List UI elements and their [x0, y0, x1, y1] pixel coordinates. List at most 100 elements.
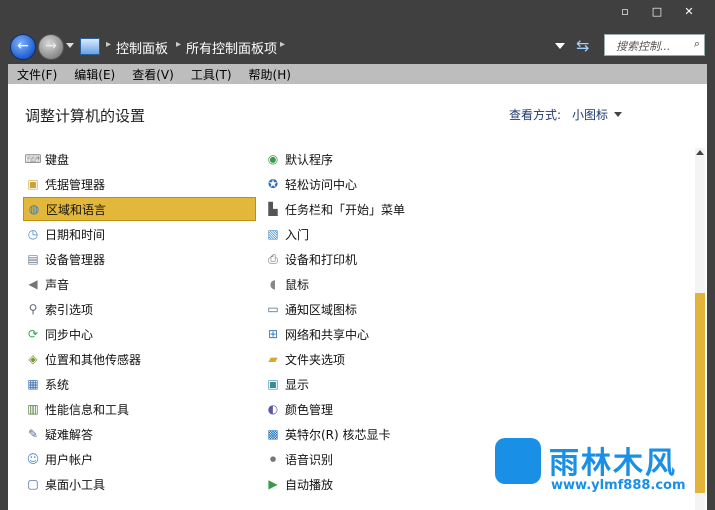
menu-edit[interactable]: 编辑(E)	[65, 66, 123, 83]
control-panel-item[interactable]: ▧ 入门	[263, 222, 493, 246]
control-panel-item[interactable]: ▰ 文件夹选项	[263, 347, 493, 371]
control-panel-item-label: 显示	[285, 377, 310, 392]
control-panel-item[interactable]: ◈ 位置和其他传感器	[23, 347, 256, 371]
menu-help[interactable]: 帮助(H)	[240, 66, 299, 83]
control-panel-item-label: 入门	[285, 227, 310, 242]
notification-icon: ▭	[267, 302, 279, 316]
control-panel-item[interactable]: ▤ 设备管理器	[23, 247, 256, 271]
network-icon: ⊞	[267, 327, 279, 341]
keyboard-icon: ⌨	[24, 152, 42, 166]
control-panel-item-label: 声音	[45, 277, 70, 292]
ease-of-access-icon: ✪	[267, 177, 279, 191]
getting-started-icon: ▧	[267, 227, 279, 241]
control-panel-item[interactable]: ▩ 英特尔(R) 核芯显卡	[263, 422, 493, 446]
globe-icon: ◍	[28, 202, 40, 216]
control-panel-item-label: 设备和打印机	[285, 252, 358, 267]
taskbar-icon: ▙	[268, 202, 278, 216]
search-icon[interactable]: ⌕	[694, 37, 700, 51]
back-button[interactable]: ←	[10, 34, 36, 60]
page-title: 调整计算机的设置	[25, 107, 146, 125]
control-panel-item-label: 区域和语言	[46, 202, 107, 217]
control-panel-item[interactable]: ◉ 默认程序	[263, 147, 493, 171]
chevron-down-icon[interactable]	[614, 112, 622, 117]
device-manager-icon: ▤	[27, 252, 39, 266]
control-panel-icon	[80, 38, 100, 55]
control-panel-item[interactable]: ◐ 颜色管理	[263, 397, 493, 421]
intel-graphics-icon: ▩	[267, 427, 279, 441]
calendar-clock-icon: ◷	[27, 227, 39, 241]
control-panel-item[interactable]: ⏺ 语音识别	[263, 447, 493, 471]
control-panel-item[interactable]: ⊞ 网络和共享中心	[263, 322, 493, 346]
display-icon: ▣	[267, 377, 279, 391]
control-panel-item[interactable]: ⚲ 索引选项	[23, 297, 256, 321]
control-panel-item-label: 语音识别	[285, 452, 334, 467]
menu-bar: 文件(F) 编辑(E) 查看(V) 工具(T) 帮助(H)	[8, 64, 707, 84]
control-panel-item-label: 桌面小工具	[45, 477, 106, 492]
control-panel-item-label: 位置和其他传感器	[45, 352, 142, 367]
control-panel-item[interactable]: ⌨ 键盘	[23, 147, 256, 171]
ylmf-logo-icon	[495, 438, 541, 484]
control-panel-item[interactable]: ◖ 鼠标	[263, 272, 493, 296]
watermark-text: 雨林木风	[549, 446, 677, 481]
minimize-button[interactable]: ▫	[609, 4, 641, 20]
control-panel-item-label: 网络和共享中心	[285, 327, 370, 342]
control-panel-item[interactable]: ✎ 疑难解答	[23, 422, 256, 446]
close-button[interactable]: ✕	[673, 4, 705, 20]
navigation-bar: ← → ▸ 控制面板 ▸ 所有控制面板项 ▸ ⇆ 搜索控制... ⌕	[8, 30, 707, 62]
breadcrumb-separator-icon: ▸	[280, 39, 286, 50]
control-panel-item[interactable]: ▭ 通知区域图标	[263, 297, 493, 321]
control-panel-item[interactable]: ⎙ 设备和打印机	[263, 247, 493, 271]
control-panel-item[interactable]: ◷ 日期和时间	[23, 222, 256, 246]
performance-icon: ▥	[27, 402, 39, 416]
recent-pages-dropdown[interactable]	[66, 43, 74, 48]
arrow-left-icon: ←	[17, 38, 29, 54]
control-panel-item[interactable]: ◀ 声音	[23, 272, 256, 296]
folder-options-icon: ▰	[268, 352, 278, 366]
control-panel-item[interactable]: ▦ 系统	[23, 372, 256, 396]
control-panel-item[interactable]: ▢ 桌面小工具	[23, 472, 256, 496]
control-panel-item-label: 轻松访问中心	[285, 177, 358, 192]
speaker-icon: ◀	[28, 277, 38, 291]
control-panel-item[interactable]: ◍ 区域和语言	[23, 197, 256, 221]
control-panel-item-label: 键盘	[45, 152, 70, 167]
maximize-button[interactable]: □	[641, 4, 673, 20]
control-panel-item[interactable]: ▶ 自动播放	[263, 472, 493, 496]
search-placeholder: 搜索控制...	[616, 40, 671, 53]
control-panel-item[interactable]: ☺ 用户帐户	[23, 447, 256, 471]
view-by-dropdown[interactable]: 小图标	[572, 106, 608, 123]
control-panel-item[interactable]: ▙ 任务栏和「开始」菜单	[263, 197, 493, 221]
mouse-icon: ◖	[269, 277, 277, 291]
credential-manager-icon: ▣	[27, 177, 39, 191]
control-panel-item-label: 通知区域图标	[285, 302, 358, 317]
breadcrumb-separator-icon: ▸	[176, 39, 182, 50]
arrow-right-icon: →	[45, 38, 57, 54]
user-accounts-icon: ☺	[26, 452, 40, 466]
troubleshoot-icon: ✎	[27, 427, 39, 441]
menu-view[interactable]: 查看(V)	[123, 66, 182, 83]
microphone-icon: ⏺	[269, 452, 276, 466]
breadcrumb-all-items[interactable]: 所有控制面板项	[186, 38, 277, 57]
control-panel-item-label: 自动播放	[285, 477, 334, 492]
sensor-icon: ◈	[28, 352, 38, 366]
control-panel-item-label: 设备管理器	[45, 252, 106, 267]
search-input[interactable]: 搜索控制... ⌕	[604, 34, 705, 56]
control-panel-item-label: 任务栏和「开始」菜单	[285, 202, 406, 217]
address-dropdown-icon[interactable]	[555, 43, 565, 49]
forward-button[interactable]: →	[38, 34, 64, 60]
control-panel-item-label: 日期和时间	[45, 227, 106, 242]
control-panel-item[interactable]: ⟳ 同步中心	[23, 322, 256, 346]
refresh-icon[interactable]: ⇆	[576, 36, 589, 55]
breadcrumb-control-panel[interactable]: 控制面板	[116, 38, 168, 57]
caption-buttons: ▫ □ ✕	[609, 4, 705, 20]
control-panel-item[interactable]: ▣ 显示	[263, 372, 493, 396]
control-panel-item[interactable]: ▣ 凭据管理器	[23, 172, 256, 196]
control-panel-item[interactable]: ▥ 性能信息和工具	[23, 397, 256, 421]
menu-file[interactable]: 文件(F)	[8, 66, 65, 83]
control-panel-item-label: 性能信息和工具	[45, 402, 130, 417]
printer-icon: ⎙	[268, 252, 278, 266]
watermark-url: www.ylmf888.com	[551, 478, 686, 493]
scroll-up-arrow-icon[interactable]	[696, 150, 704, 155]
control-panel-item-label: 疑难解答	[45, 427, 94, 442]
control-panel-item[interactable]: ✪ 轻松访问中心	[263, 172, 493, 196]
menu-tools[interactable]: 工具(T)	[182, 66, 240, 83]
